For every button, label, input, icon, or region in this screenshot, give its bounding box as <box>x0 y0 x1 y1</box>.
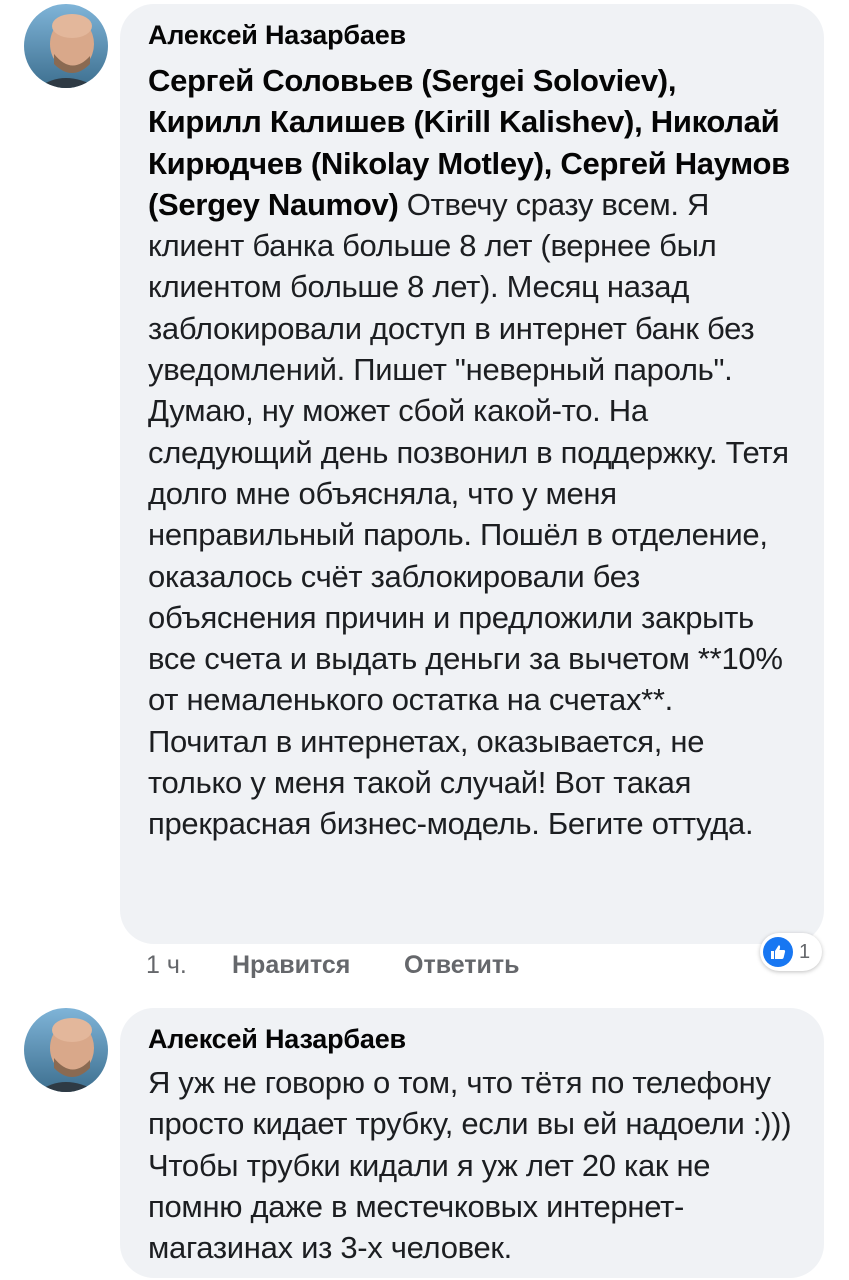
avatar[interactable] <box>24 1008 108 1092</box>
avatar[interactable] <box>24 4 108 88</box>
comment-bubble: Алексей Назарбаев Я уж не говорю о том, … <box>120 1008 824 1278</box>
comment-text: Сергей Соловьев (Sergei Soloviev), Кирил… <box>148 60 796 845</box>
mention-separator: , <box>634 104 651 140</box>
mention-link[interactable]: Кирилл Калишев (Kirill Kalishev) <box>148 104 634 139</box>
comment-author[interactable]: Алексей Назарбаев <box>148 18 796 52</box>
comment-bubble: Алексей Назарбаев Сергей Соловьев (Serge… <box>120 4 824 944</box>
comment-actions: 1 ч. Нравится Ответить <box>146 951 520 980</box>
avatar-photo-icon <box>24 1008 108 1092</box>
mention-link[interactable]: Сергей Соловьев (Sergei Soloviev) <box>148 63 668 98</box>
reply-button[interactable]: Ответить <box>404 951 520 980</box>
mention-separator: , <box>543 145 561 181</box>
comment-timestamp[interactable]: 1 ч. <box>146 951 232 980</box>
comment-author[interactable]: Алексей Назарбаев <box>148 1022 796 1056</box>
mention-separator: , <box>667 63 677 98</box>
reaction-badge[interactable]: 1 <box>760 933 822 971</box>
avatar-photo-icon <box>24 4 108 88</box>
reaction-count: 1 <box>799 940 811 963</box>
like-button[interactable]: Нравится <box>232 951 404 980</box>
comment-body: Я уж не говорю о том, что тётя по телефо… <box>148 1065 792 1266</box>
thumbs-up-icon <box>763 937 793 967</box>
comment-body: Отвечу сразу всем. Я клиент банка больше… <box>148 186 789 842</box>
